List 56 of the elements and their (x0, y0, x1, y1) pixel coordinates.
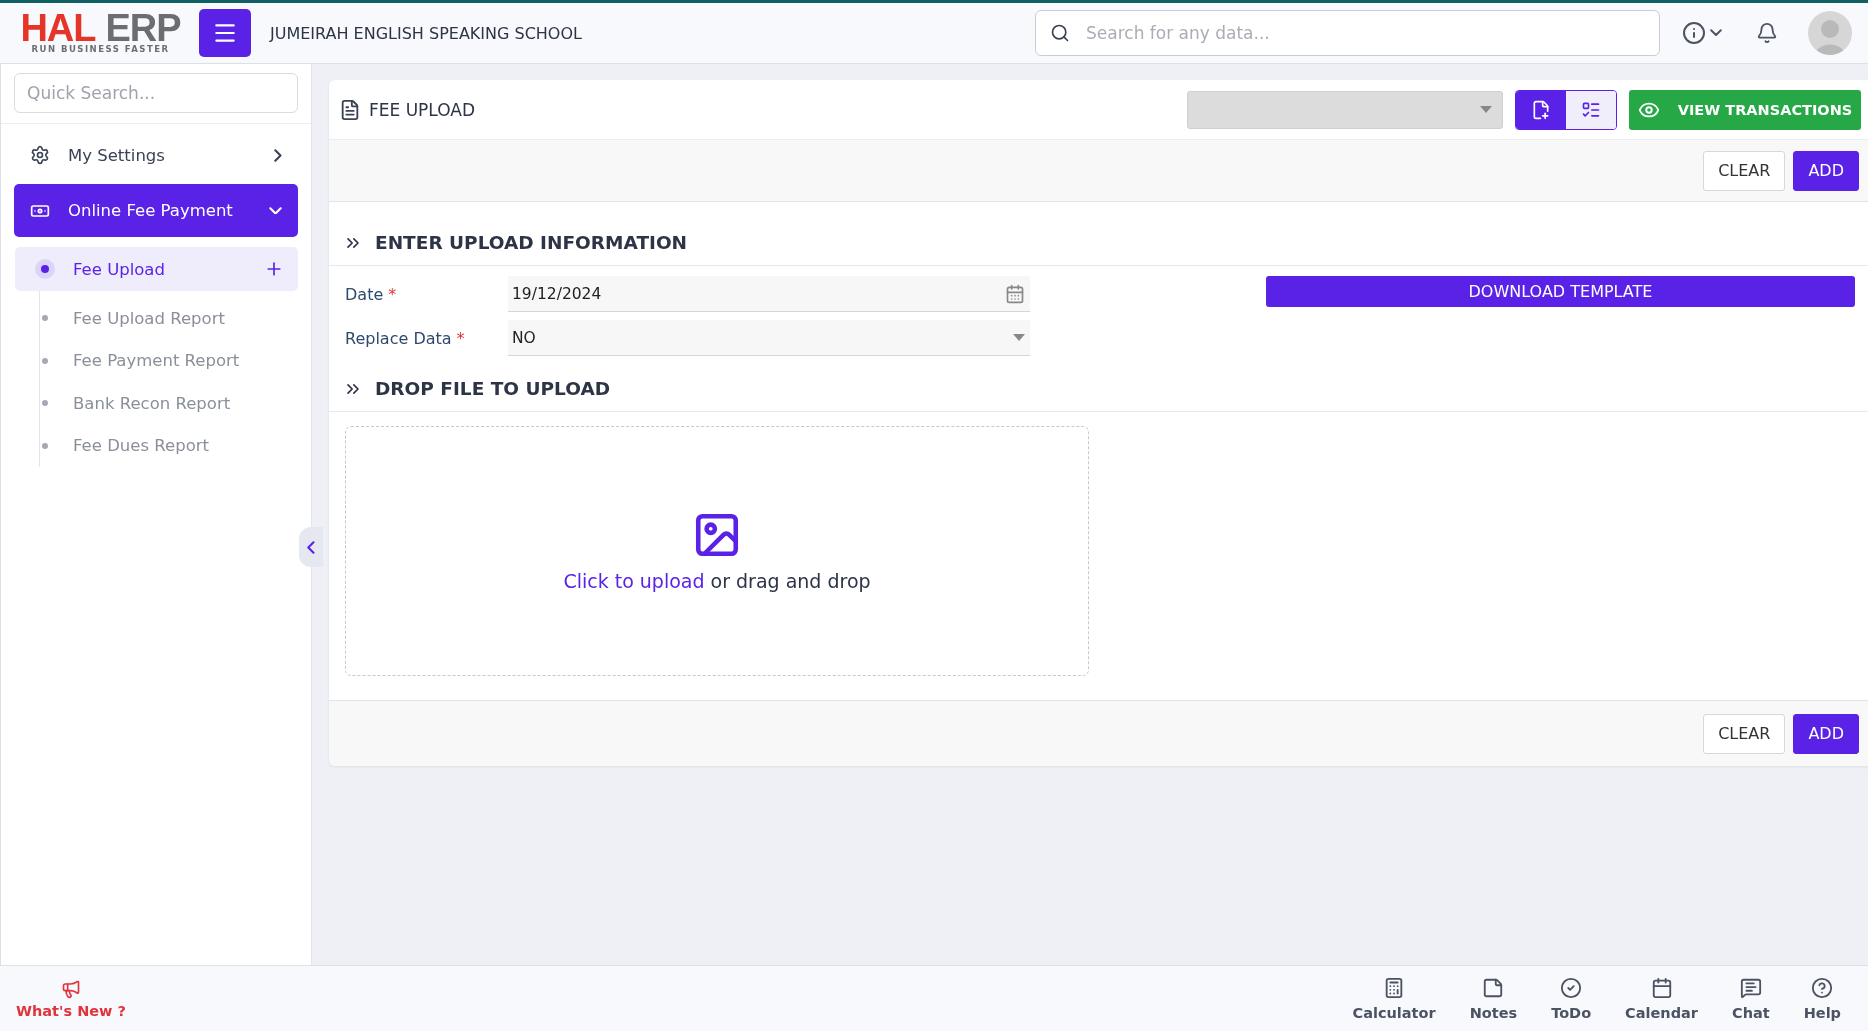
help-icon (1811, 976, 1834, 999)
dropdown-caret-icon (1013, 334, 1025, 341)
calendar-icon (1005, 283, 1025, 304)
bell-icon (1756, 22, 1778, 44)
download-template-button[interactable]: DOWNLOAD TEMPLATE (1266, 276, 1855, 307)
note-icon (1482, 976, 1505, 999)
required-asterisk: * (456, 328, 465, 348)
info-icon (1682, 21, 1706, 45)
document-icon (339, 98, 361, 121)
sidebar-subitem[interactable]: Fee Upload (15, 247, 298, 291)
field-label: Date (345, 284, 384, 304)
upload-instruction: Click to upload or drag and drop (563, 570, 871, 592)
settings-icon (30, 145, 50, 165)
toolbar-button[interactable]: ToDo (1534, 976, 1609, 1021)
add-document-toggle[interactable] (1516, 90, 1566, 129)
required-asterisk: * (388, 284, 397, 304)
clear-button[interactable]: CLEAR (1703, 150, 1786, 191)
select-field[interactable]: NO (508, 320, 1030, 356)
toolbar-button[interactable]: Calendar (1608, 976, 1715, 1021)
add-button[interactable]: ADD (1793, 713, 1859, 754)
chevron-down-icon (269, 206, 282, 215)
menu-button[interactable] (199, 9, 251, 57)
section-title: ENTER UPLOAD INFORMATION (375, 232, 688, 253)
document-plus-icon (1531, 99, 1551, 120)
school-name: JUMEIRAH ENGLISH SPEAKING SCHOOL (270, 23, 582, 43)
logo: HAL ERP RUN BUSINESS FASTER (19, 12, 182, 54)
clear-button[interactable]: CLEAR (1703, 713, 1786, 754)
toolbar-button[interactable]: Help (1786, 976, 1858, 1021)
add-button[interactable]: ADD (1793, 150, 1859, 191)
section-title: DROP FILE TO UPLOAD (375, 378, 611, 399)
megaphone-icon (61, 978, 81, 999)
upload-link[interactable]: Click to upload (563, 570, 705, 592)
chevron-right-icon (274, 148, 282, 162)
search-input[interactable]: Search for any data... (1084, 22, 1645, 44)
toolbar-button[interactable]: Notes (1452, 976, 1535, 1021)
chat-icon (1739, 976, 1762, 999)
search-field[interactable]: Search for any data... (1035, 10, 1660, 56)
toolbar-button[interactable]: Chat (1715, 976, 1787, 1021)
date-field[interactable]: 19/12/2024 (508, 276, 1030, 312)
field-label: Replace Data (345, 328, 452, 348)
search-icon (1050, 23, 1070, 43)
sidebar-item[interactable]: My Settings (14, 132, 298, 178)
chevron-down-icon (1710, 29, 1722, 37)
file-dropzone[interactable]: Click to upload or drag and drop (345, 426, 1089, 676)
page-title: FEE UPLOAD (369, 99, 476, 120)
dropdown-caret-icon (1480, 106, 1492, 113)
edit-list-toggle[interactable] (1566, 90, 1616, 129)
check-circle-icon (1560, 976, 1583, 999)
calendar-icon (1650, 976, 1673, 999)
sidebar-item[interactable]: Online Fee Payment (14, 184, 298, 237)
chevron-left-icon (307, 540, 315, 554)
whats-new-button[interactable]: What's New ? (10, 977, 132, 1020)
bullet-icon (35, 259, 55, 279)
toolbar-button[interactable]: Calculator (1335, 976, 1453, 1021)
quick-search-field[interactable]: Quick Search... (14, 73, 298, 113)
collapse-sidebar-button[interactable] (299, 527, 323, 567)
